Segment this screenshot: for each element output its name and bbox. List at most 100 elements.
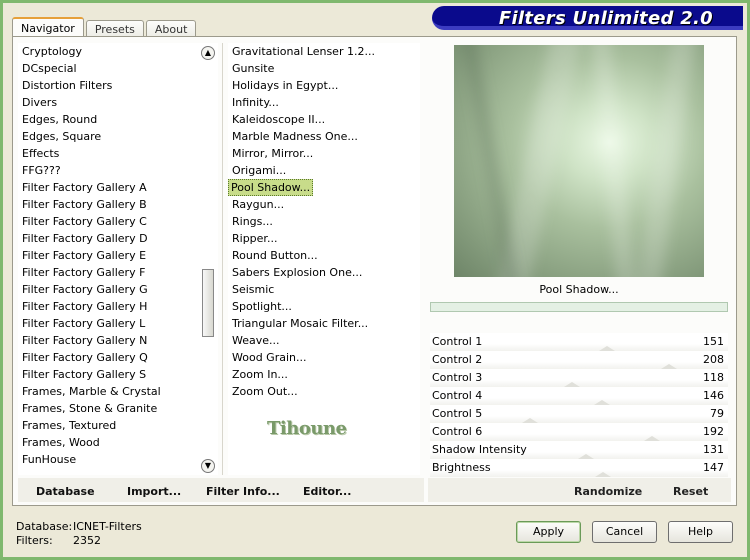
control-label: Shadow Intensity <box>432 443 527 456</box>
help-button[interactable]: Help <box>668 521 733 543</box>
control-value: 79 <box>710 407 724 420</box>
control-label: Control 5 <box>432 407 483 420</box>
filter-info-button[interactable]: Filter Info... <box>206 485 280 498</box>
control-label: Control 2 <box>432 353 483 366</box>
scroll-thumb[interactable] <box>202 269 214 337</box>
category-item[interactable]: Frames, Wood <box>18 434 218 451</box>
filter-item[interactable]: Sabers Explosion One... <box>228 264 420 281</box>
control-value: 208 <box>703 353 724 366</box>
category-item[interactable]: FFG??? <box>18 162 218 179</box>
control-label: Control 1 <box>432 335 483 348</box>
cancel-button[interactable]: Cancel <box>592 521 657 543</box>
control-slider[interactable]: Brightness 147 <box>430 459 728 477</box>
category-item[interactable]: Frames, Stone & Granite <box>18 400 218 417</box>
control-slider[interactable]: Control 2 208 <box>430 351 728 369</box>
database-value: ICNET-Filters <box>73 520 142 533</box>
category-item[interactable]: Filter Factory Gallery F <box>18 264 218 281</box>
category-item[interactable]: DCspecial <box>18 60 218 77</box>
category-item[interactable]: Frames, Textured <box>18 417 218 434</box>
filter-item[interactable]: Round Button... <box>228 247 420 264</box>
category-item[interactable]: FunHouse <box>18 451 218 468</box>
preview-filter-name: Pool Shadow... <box>539 283 619 296</box>
control-slider[interactable]: Control 1 151 <box>430 333 728 351</box>
slider-marker[interactable] <box>595 472 612 477</box>
randomize-button[interactable]: Randomize <box>574 485 642 498</box>
control-value: 118 <box>703 371 724 384</box>
editor-button[interactable]: Editor... <box>303 485 351 498</box>
filter-item[interactable]: Gravitational Lenser 1.2... <box>228 43 420 60</box>
control-label: Control 4 <box>432 389 483 402</box>
filter-item[interactable]: Rings... <box>228 213 420 230</box>
filter-item[interactable]: Zoom Out... <box>228 383 420 400</box>
category-item[interactable]: Filter Factory Gallery Q <box>18 349 218 366</box>
filter-item[interactable]: Weave... <box>228 332 420 349</box>
control-slider[interactable]: Control 6 192 <box>430 423 728 441</box>
scroll-down-button[interactable]: ▼ <box>201 459 215 473</box>
control-value: 151 <box>703 335 724 348</box>
control-value: 131 <box>703 443 724 456</box>
control-slider[interactable]: Control 5 79 <box>430 405 728 423</box>
filter-item[interactable]: Triangular Mosaic Filter... <box>228 315 420 332</box>
database-label: Database: <box>16 520 73 533</box>
category-item[interactable]: Filter Factory Gallery B <box>18 196 218 213</box>
filters-count: 2352 <box>73 534 101 547</box>
control-slider[interactable]: Shadow Intensity 131 <box>430 441 728 459</box>
control-slider[interactable]: Control 3 118 <box>430 369 728 387</box>
category-item[interactable]: Filter Factory Gallery G <box>18 281 218 298</box>
control-label: Brightness <box>432 461 491 474</box>
filter-item-selected[interactable]: Pool Shadow... <box>228 179 314 196</box>
category-item[interactable]: Filter Factory Gallery E <box>18 247 218 264</box>
database-button[interactable]: Database <box>36 485 95 498</box>
reset-button[interactable]: Reset <box>673 485 708 498</box>
preview-progress-bar <box>430 302 728 312</box>
control-button-row: Randomize Reset <box>428 478 731 502</box>
category-item[interactable]: Filter Factory Gallery D <box>18 230 218 247</box>
category-item[interactable]: Filter Factory Gallery L <box>18 315 218 332</box>
control-value: 192 <box>703 425 724 438</box>
filter-item[interactable]: Holidays in Egypt... <box>228 77 420 94</box>
filter-item[interactable]: Infinity... <box>228 94 420 111</box>
list-divider <box>222 43 223 475</box>
filter-item[interactable]: Kaleidoscope II... <box>228 111 420 128</box>
category-item[interactable]: Filter Factory Gallery C <box>18 213 218 230</box>
filter-item[interactable]: Raygun... <box>228 196 420 213</box>
preview-image <box>454 45 704 277</box>
category-item[interactable]: Filter Factory Gallery S <box>18 366 218 383</box>
filter-item[interactable]: Spotlight... <box>228 298 420 315</box>
filter-item[interactable]: Wood Grain... <box>228 349 420 366</box>
scroll-up-button[interactable]: ▲ <box>201 46 215 60</box>
control-value: 147 <box>703 461 724 474</box>
list-button-row: Database Import... Filter Info... Editor… <box>18 478 424 502</box>
control-slider[interactable]: Control 4 146 <box>430 387 728 405</box>
filter-item[interactable]: Zoom In... <box>228 366 420 383</box>
app-title: Filters Unlimited 2.0 <box>498 8 713 29</box>
category-item[interactable]: Edges, Round <box>18 111 218 128</box>
category-list[interactable]: Cryptology DCspecial Distortion Filters Div… <box>18 43 218 475</box>
tab-navigator[interactable]: Navigator <box>12 17 84 38</box>
category-item[interactable]: Cryptology <box>18 43 218 60</box>
control-label: Control 3 <box>432 371 483 384</box>
filter-item[interactable]: Seismic <box>228 281 420 298</box>
category-item[interactable]: Filter Factory Gallery N <box>18 332 218 349</box>
category-item[interactable]: Divers <box>18 94 218 111</box>
category-item[interactable]: Filter Factory Gallery A <box>18 179 218 196</box>
apply-button[interactable]: Apply <box>516 521 581 543</box>
category-scrollbar[interactable]: ▲ ▼ <box>200 45 215 475</box>
import-button[interactable]: Import... <box>127 485 181 498</box>
category-item[interactable]: Distortion Filters <box>18 77 218 94</box>
tab-bar: Navigator Presets About <box>12 16 198 38</box>
title-banner: Filters Unlimited 2.0 <box>432 6 743 30</box>
filter-list[interactable]: Gravitational Lenser 1.2... Gunsite Holida… <box>228 43 420 475</box>
control-sliders: Control 1 151 Control 2 208 Control 3 118 Cont… <box>430 333 728 477</box>
filter-item[interactable]: Origami... <box>228 162 420 179</box>
filter-item[interactable]: Marble Madness One... <box>228 128 420 145</box>
control-value: 146 <box>703 389 724 402</box>
category-item[interactable]: Effects <box>18 145 218 162</box>
category-item[interactable]: Filter Factory Gallery H <box>18 298 218 315</box>
filter-item[interactable]: Ripper... <box>228 230 420 247</box>
filter-item[interactable]: Gunsite <box>228 60 420 77</box>
database-info: Database: ICNET-Filters Filters: 2352 <box>16 520 142 548</box>
filter-item[interactable]: Mirror, Mirror... <box>228 145 420 162</box>
category-item[interactable]: Frames, Marble & Crystal <box>18 383 218 400</box>
category-item[interactable]: Edges, Square <box>18 128 218 145</box>
